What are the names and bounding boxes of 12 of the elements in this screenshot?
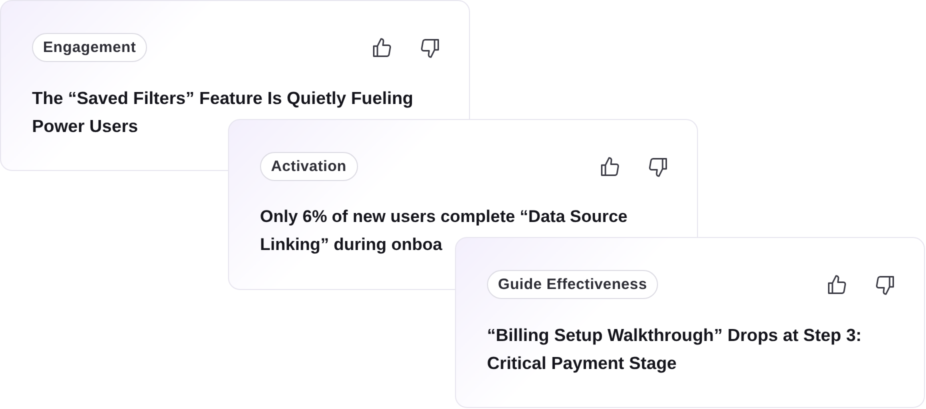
insight-title: Only 6% of new users complete “Data Source Linking” during onboa <box>260 206 629 256</box>
insight-title: The “Saved Filters” Feature Is Quietly Fueling Power Users <box>32 87 414 138</box>
thumbs-down-icon[interactable] <box>874 274 896 296</box>
category-tag: Guide Effectiveness <box>487 270 658 299</box>
insight-title: “Billing Setup Walkthrough” Drops at Step 3: Critical Payment Stage <box>487 324 863 375</box>
thumbs-down-icon[interactable] <box>419 36 441 58</box>
thumbs-up-icon[interactable] <box>826 274 848 296</box>
thumbs-down-icon[interactable] <box>647 156 669 178</box>
thumbs-up-icon[interactable] <box>599 156 621 178</box>
category-tag: Activation <box>260 152 358 181</box>
category-tag: Engagement <box>32 33 148 62</box>
thumbs-up-icon[interactable] <box>371 36 393 58</box>
